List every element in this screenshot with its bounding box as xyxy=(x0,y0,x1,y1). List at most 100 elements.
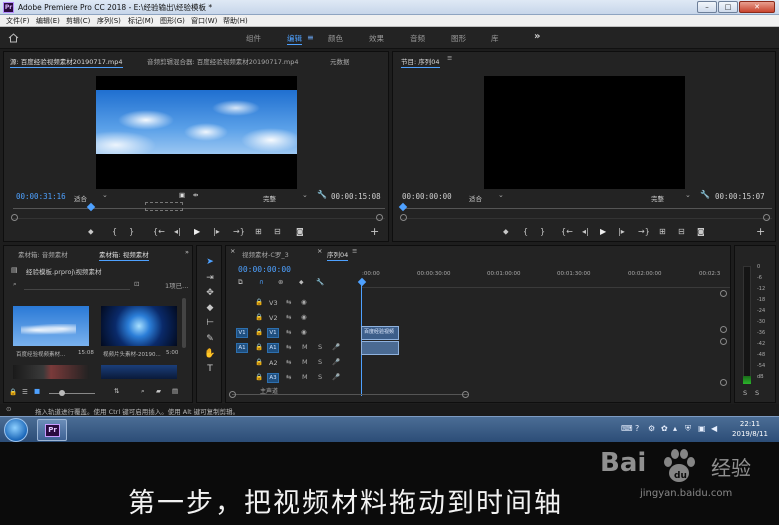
track-lock-icon[interactable]: 🔒 xyxy=(255,358,263,366)
source-zoom-left-handle[interactable] xyxy=(11,214,18,221)
add-marker-icon[interactable]: ⬥ xyxy=(88,227,94,237)
sync-lock-icon[interactable]: ⇆ xyxy=(286,313,291,321)
find-icon[interactable]: ⌕ xyxy=(141,387,145,396)
menu-help[interactable]: 帮助(H) xyxy=(223,16,248,26)
step-back-icon[interactable]: ◂| xyxy=(174,227,181,236)
program-zoom-left-handle[interactable] xyxy=(400,214,407,221)
program-timecode[interactable]: 00:00:00:00 xyxy=(402,192,452,201)
timeline-timecode[interactable]: 00:00:00:00 xyxy=(238,265,291,274)
track-lock-icon[interactable]: 🔒 xyxy=(255,313,263,321)
export-frame-icon[interactable]: ◙ xyxy=(296,227,304,236)
workspace-menu-icon[interactable]: ≡ xyxy=(307,33,314,42)
close-button[interactable]: ✕ xyxy=(739,1,775,13)
play-icon[interactable]: ▶ xyxy=(194,227,200,236)
program-go-to-in-icon[interactable]: {← xyxy=(561,227,573,236)
menu-edit[interactable]: 编辑(E) xyxy=(36,16,60,26)
track-lock-icon[interactable]: 🔒 xyxy=(255,328,263,336)
lift-icon[interactable]: ⊞ xyxy=(659,227,666,236)
type-tool-icon[interactable]: T xyxy=(204,364,216,375)
go-to-out-icon[interactable]: →} xyxy=(233,227,245,236)
ripple-edit-tool-icon[interactable]: ✥ xyxy=(204,288,216,299)
new-item-icon[interactable]: ▤ xyxy=(172,387,178,395)
audio-clip[interactable] xyxy=(361,341,399,355)
start-button[interactable] xyxy=(4,418,28,442)
sync-lock-icon[interactable]: ⇆ xyxy=(286,343,291,351)
source-fit-dropdown[interactable]: 适合 xyxy=(74,193,87,203)
new-search-bin-icon[interactable]: ⊡ xyxy=(134,280,139,288)
lock-icon[interactable]: 🔒 xyxy=(9,388,17,396)
timeline-menu-icon[interactable]: ≡ xyxy=(352,247,357,255)
new-bin-icon[interactable]: ▰ xyxy=(156,387,161,395)
track-name[interactable]: V3 xyxy=(269,299,278,307)
sort-icon[interactable]: ⇅ xyxy=(114,387,119,395)
solo-button[interactable]: S xyxy=(318,343,322,351)
menu-marker[interactable]: 标记(M) xyxy=(128,16,154,26)
extract-icon[interactable]: ⊟ xyxy=(678,227,685,236)
timeline-vertical-handle[interactable] xyxy=(720,338,727,345)
hand-tool-icon[interactable]: ✋ xyxy=(204,349,216,360)
program-mark-in-icon[interactable]: { xyxy=(523,227,528,236)
wrench-icon[interactable]: 🔧 xyxy=(317,190,327,199)
thumbnail-fourth-clip[interactable] xyxy=(101,365,177,379)
linked-selection-icon[interactable]: ⊛ xyxy=(278,278,283,286)
timeline-vertical-handle[interactable] xyxy=(720,326,727,333)
tab-metadata[interactable]: 元数据 xyxy=(330,56,350,66)
tray-expand-icon[interactable]: ▴ xyxy=(673,424,677,433)
sync-lock-icon[interactable]: ⇆ xyxy=(286,298,291,306)
slip-tool-icon[interactable]: ⊢ xyxy=(204,318,216,329)
timeline-zoom-right-handle[interactable] xyxy=(462,391,469,398)
timeline-settings-icon[interactable]: 🔧 xyxy=(316,278,324,286)
menu-graphics[interactable]: 图形(G) xyxy=(160,16,185,26)
source-fit-chevron-icon[interactable]: ⌄ xyxy=(102,191,108,199)
workspace-tab-assembly[interactable]: 组件 xyxy=(246,33,261,44)
program-fit-chevron-icon[interactable]: ⌄ xyxy=(498,191,504,199)
program-play-icon[interactable]: ▶ xyxy=(600,227,606,236)
track-name[interactable]: A2 xyxy=(269,359,278,367)
workspace-tab-effects[interactable]: 效果 xyxy=(369,33,384,44)
home-icon[interactable] xyxy=(8,33,19,43)
track-select-tool-icon[interactable]: ⇥ xyxy=(204,273,216,284)
mark-in-icon[interactable]: { xyxy=(112,227,117,236)
insert-icon[interactable]: ⊞ xyxy=(255,227,262,236)
tab-audio-clip-mixer[interactable]: 音频剪辑混合器: 百度经验视频素材20190717.mp4 xyxy=(147,56,299,66)
tab-program[interactable]: 节目: 序列04 xyxy=(401,56,440,68)
program-quality-dropdown[interactable]: 完整 xyxy=(651,193,664,203)
solo-meter-icon[interactable]: S xyxy=(743,389,747,397)
zoom-slider-thumb[interactable] xyxy=(59,390,65,396)
icon-view-icon[interactable]: ■ xyxy=(34,387,40,395)
sync-lock-icon[interactable]: ⇆ xyxy=(286,358,291,366)
keyboard-icon[interactable]: ⌨ xyxy=(621,424,633,433)
eye-icon[interactable]: ◉ xyxy=(301,328,307,336)
snap-icon[interactable]: ∩ xyxy=(259,278,264,286)
tab-sequence[interactable]: 序列04 xyxy=(327,249,349,261)
network-icon[interactable]: ▣ xyxy=(698,424,706,433)
timeline-zoom-left-handle[interactable] xyxy=(229,391,236,398)
source-patch-v1[interactable]: V1 xyxy=(236,328,248,338)
program-wrench-icon[interactable]: 🔧 xyxy=(700,190,710,199)
solo-button[interactable]: S xyxy=(318,373,322,381)
track-target-a1[interactable]: A1 xyxy=(267,343,279,353)
source-playhead[interactable] xyxy=(86,202,96,212)
list-view-icon[interactable]: ☰ xyxy=(22,388,28,396)
mute-button[interactable]: M xyxy=(302,358,308,366)
workspace-tab-audio[interactable]: 音频 xyxy=(410,33,425,44)
project-more-icon[interactable]: » xyxy=(185,248,189,256)
maximize-button[interactable]: □ xyxy=(718,1,738,13)
source-patch-a1[interactable]: A1 xyxy=(236,343,248,353)
program-mark-out-icon[interactable]: } xyxy=(540,227,545,236)
track-target-a3[interactable]: A3 xyxy=(267,373,279,383)
microphone-icon[interactable]: 🎤 xyxy=(332,373,340,381)
settings-square-icon[interactable]: ▣ xyxy=(179,191,185,199)
overwrite-icon[interactable]: ⊟ xyxy=(274,227,281,236)
sync-lock-icon[interactable]: ⇆ xyxy=(286,373,291,381)
thumbnail-third-clip[interactable] xyxy=(13,365,89,379)
eye-icon[interactable]: ◉ xyxy=(301,313,307,321)
zoom-slider[interactable] xyxy=(49,393,95,394)
project-item-name[interactable]: 视频片头素材-20190... xyxy=(103,350,161,358)
program-export-frame-icon[interactable]: ◙ xyxy=(697,227,705,236)
project-search-input[interactable] xyxy=(24,280,130,290)
mute-button[interactable]: M xyxy=(302,373,308,381)
solo-button[interactable]: S xyxy=(318,358,322,366)
program-step-back-icon[interactable]: ◂| xyxy=(582,227,589,236)
timeline-vertical-handle[interactable] xyxy=(720,290,727,297)
